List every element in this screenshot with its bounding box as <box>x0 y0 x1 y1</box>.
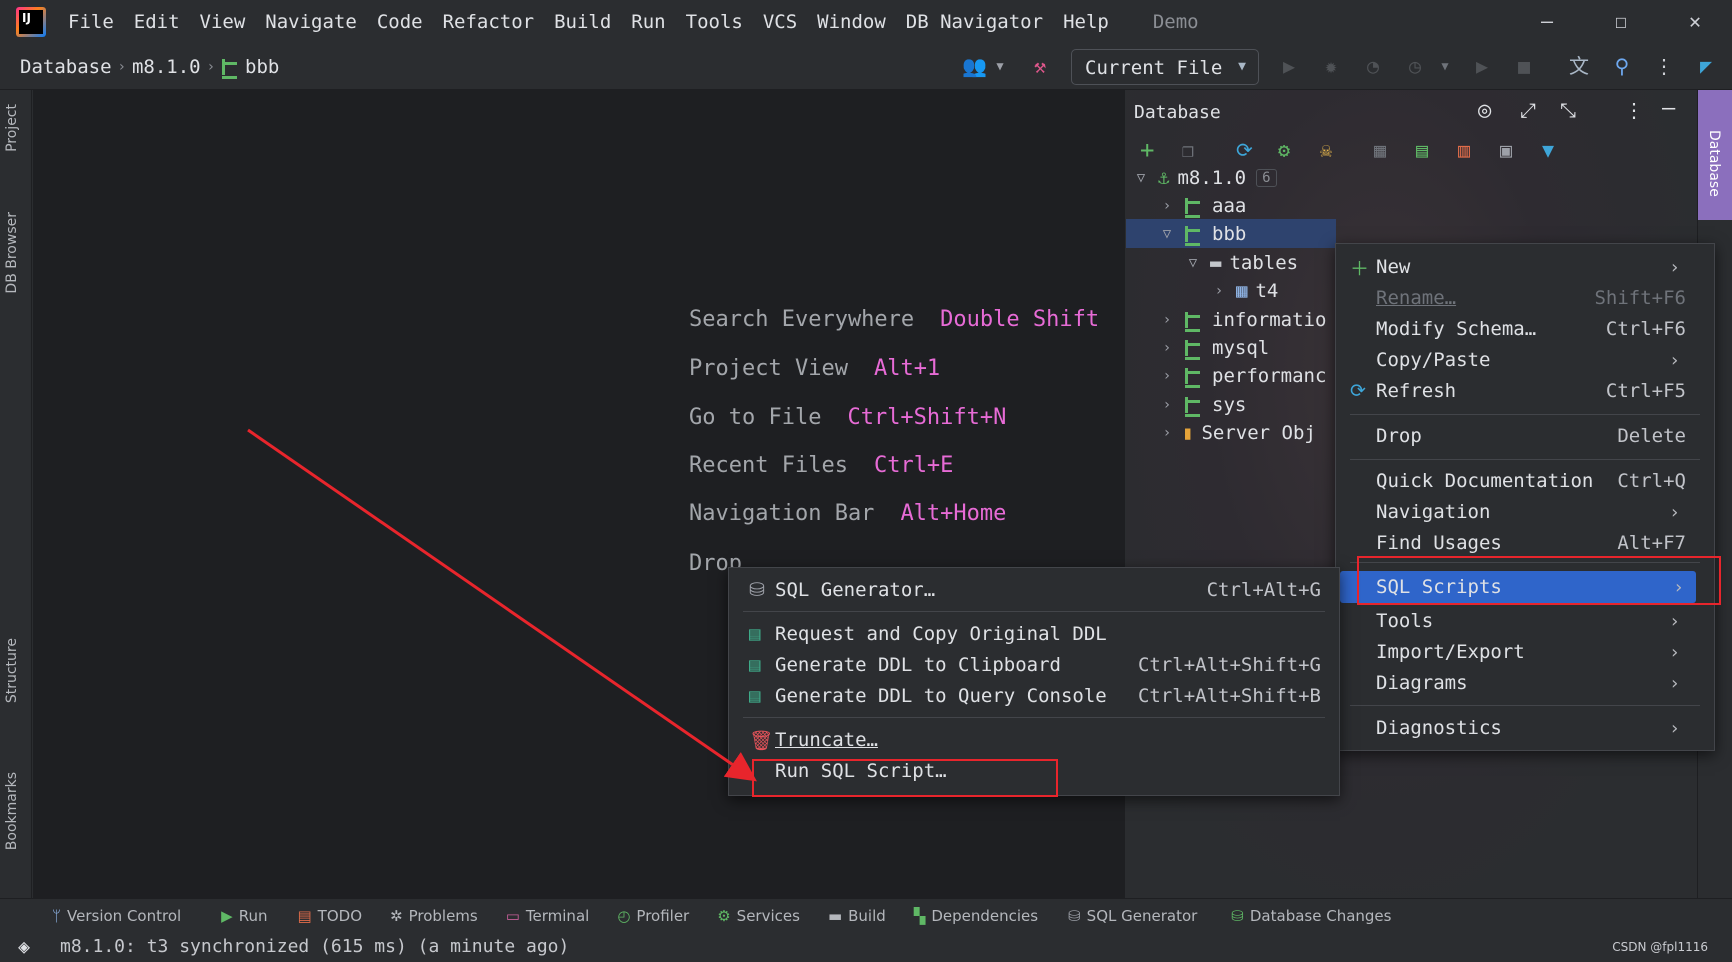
tool-todo[interactable]: ▤ TODO <box>297 907 362 925</box>
tool-database-changes[interactable]: ⛁ Database Changes <box>1231 907 1391 925</box>
tool-profiler[interactable]: ◴ Profiler <box>617 907 689 925</box>
tool-terminal[interactable]: ▭ Terminal <box>506 907 590 925</box>
build-icon: ▬ <box>827 906 843 925</box>
watermark: CSDN @fpl1116 <box>1612 940 1708 954</box>
tool-dependencies[interactable]: ▚ Dependencies <box>914 907 1038 925</box>
annotation-arrow <box>247 428 757 782</box>
problems-icon: ✲ <box>390 906 403 925</box>
profiler-icon: ◴ <box>617 906 631 925</box>
dependencies-icon: ▚ <box>913 906 926 925</box>
bottom-tool-bar: ᛘ Version Control ▶ Run ▤ TODO ✲ Problems ▭ T… <box>0 898 1732 932</box>
services-gear-icon: ⚙ <box>717 906 731 925</box>
tool-version-control[interactable]: ᛘ Version Control <box>52 907 181 925</box>
todo-icon: ▤ <box>297 906 312 925</box>
tool-services[interactable]: ⚙ Services <box>717 907 800 925</box>
status-message: m8.1.0: t3 synchronized (615 ms) (a minu… <box>60 936 570 957</box>
layers-icon[interactable]: ◈ <box>18 934 30 958</box>
tool-problems[interactable]: ✲ Problems <box>390 907 478 925</box>
run-icon: ▶ <box>221 906 233 925</box>
tool-sql-generator[interactable]: ⛁ SQL Generator <box>1068 907 1197 925</box>
tool-run[interactable]: ▶ Run <box>221 907 267 925</box>
branch-icon: ᛘ <box>52 906 62 925</box>
terminal-icon: ▭ <box>505 906 520 925</box>
tool-build[interactable]: ▬ Build <box>828 907 886 925</box>
sql-generator-icon: ⛁ <box>1068 906 1081 925</box>
database-changes-icon: ⛁ <box>1231 906 1244 925</box>
status-bar: ◈ m8.1.0: t3 synchronized (615 ms) (a mi… <box>0 932 1732 962</box>
